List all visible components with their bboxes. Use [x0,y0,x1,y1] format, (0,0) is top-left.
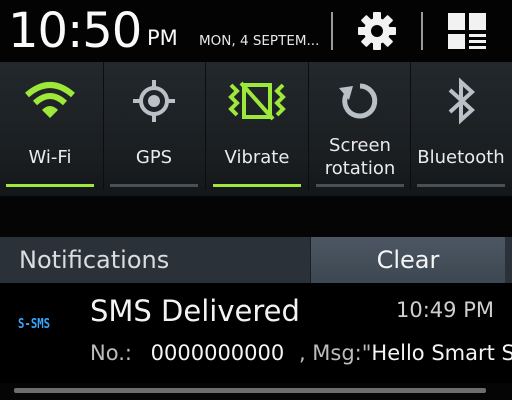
clock-ampm: PM [147,26,178,50]
message-text: Hello Smart SM [371,341,512,365]
quick-setting-label: GPS [135,147,173,168]
vibrate-icon [228,81,286,121]
quick-setting-vibrate[interactable]: Vibrate [207,62,307,190]
quick-setting-state-bar [417,184,505,187]
quick-setting-bluetooth[interactable]: Bluetooth [411,62,511,190]
rotation-icon [339,83,378,119]
notifications-header: Notifications Clear [0,237,512,283]
settings-button[interactable] [347,8,407,54]
notification-body: No.: 0000000000 , Msg:"Hello Smart SM [90,341,512,365]
quick-setting-label-line: Screen [329,135,391,156]
notification-title: SMS Delivered [90,294,300,328]
quick-setting-state-bar [213,184,301,187]
header-divider [331,12,333,50]
quick-setting-screen-rotation[interactable]: Screen rotation [310,62,410,190]
quick-setting-gps[interactable]: GPS [104,62,204,190]
notification-panel-toggle-button[interactable] [437,8,497,54]
header-divider [421,12,423,50]
app-logo: S-SMS [18,317,51,332]
gps-icon [133,80,175,122]
quick-setting-wifi[interactable]: Wi-Fi [0,62,100,190]
quick-setting-label: Bluetooth [417,147,505,168]
message-label: , Msg:" [298,341,372,365]
quick-setting-label: Screen rotation [310,134,410,180]
clear-button[interactable]: Clear [310,237,505,283]
quick-setting-label-line: rotation [324,158,396,179]
grid-icon [448,13,486,49]
quick-setting-state-bar [6,184,94,187]
tile-divider [205,62,206,190]
notification-item[interactable]: S-SMS SMS Delivered 10:49 PM No.: 000000… [0,283,512,383]
quick-setting-state-bar [316,184,404,187]
gear-icon [358,12,396,50]
quick-setting-state-bar [110,184,198,187]
clock-time: 10:50 [8,3,142,59]
tile-divider [308,62,309,190]
notification-time: 10:49 PM [396,298,494,322]
phone-number: 0000000000 [150,341,285,365]
status-header: 10:50 PM MON, 4 SEPTEM... [0,0,512,62]
quick-settings-panel: Wi-Fi GPS Vibrate Screen rotation Blueto… [0,62,512,196]
date-label: MON, 4 SEPTEM... [199,33,320,49]
bluetooth-icon [448,77,475,125]
number-label: No.: [90,341,132,365]
quick-setting-label: Vibrate [224,147,290,168]
scrollbar[interactable] [14,388,486,393]
notifications-title: Notifications [19,246,170,274]
quick-setting-label: Wi-Fi [28,147,72,168]
wifi-icon [25,82,75,118]
